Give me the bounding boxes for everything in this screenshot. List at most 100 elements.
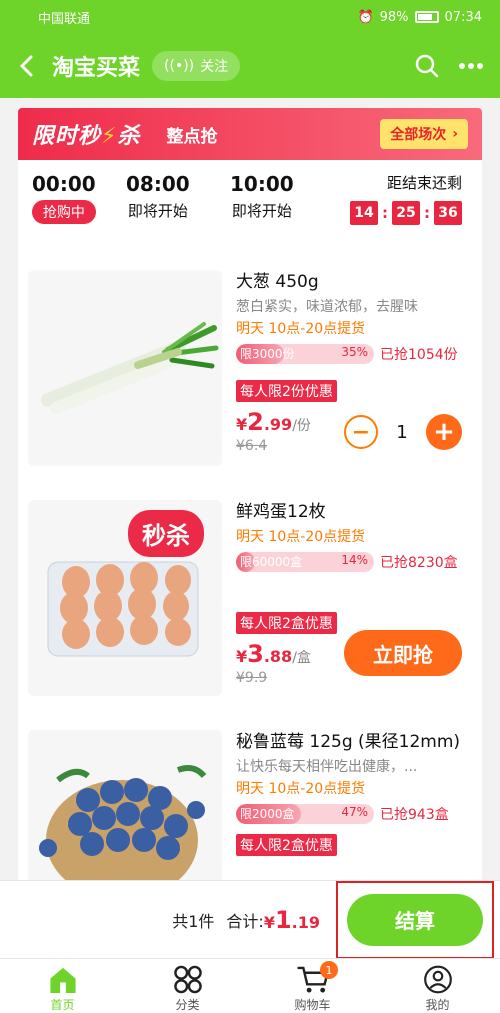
battery-percent: 98% bbox=[379, 9, 409, 25]
battery-icon bbox=[414, 11, 439, 23]
price-row: ¥3.88/盒 ¥9.9 立即抢 bbox=[236, 630, 476, 696]
flash-sale-subtitle: 整点抢 bbox=[166, 126, 218, 147]
follow-button[interactable]: ((•)) 关注 bbox=[152, 51, 241, 81]
product-card[interactable]: 秘鲁蓝莓 125g (果径12mm) 让快乐每天相伴吃出健康，... 明天 10… bbox=[18, 730, 482, 880]
promo-tag: 每人限2盒优惠 bbox=[236, 834, 337, 856]
limit-text: 限3000份 bbox=[240, 347, 295, 361]
sold-count: 已抢943盒 bbox=[380, 807, 449, 823]
flash-sale-logo: 限时秒⚡杀 bbox=[32, 124, 141, 149]
all-sessions-label: 全部场次 bbox=[390, 127, 447, 143]
cart-badge: 1 bbox=[320, 961, 338, 979]
session-time: 10:00 bbox=[230, 172, 294, 196]
product-desc: 葱白紧实，味道浓郁，去腥味 bbox=[236, 299, 418, 315]
tab-bar: 首页 分类 1 购物车 我的 bbox=[0, 958, 500, 1013]
tab-label: 我的 bbox=[425, 998, 450, 1012]
countdown-hours: 14 bbox=[350, 201, 378, 225]
sold-progress-bar: 限60000盒 14% bbox=[236, 552, 374, 572]
chevron-right-icon: › bbox=[452, 126, 458, 142]
session-tab[interactable]: 00:00 抢购中 bbox=[32, 172, 96, 224]
session-state: 即将开始 bbox=[231, 202, 292, 220]
alarm-icon: ⏰ bbox=[357, 9, 374, 25]
pickup-time: 明天 10点-20点提货 bbox=[236, 321, 366, 337]
plus-icon: + bbox=[433, 417, 455, 447]
all-sessions-button[interactable]: 全部场次 › bbox=[380, 119, 468, 149]
buy-now-button[interactable]: 立即抢 bbox=[344, 630, 462, 676]
sold-progress-bar: 限3000份 35% bbox=[236, 344, 374, 364]
session-state: 抢购中 bbox=[32, 200, 96, 224]
product-card[interactable]: 大葱 450g 葱白紧实，味道浓郁，去腥味 明天 10点-20点提货 限3000… bbox=[18, 270, 482, 470]
tab-profile[interactable]: 我的 bbox=[375, 959, 500, 1013]
progress-percent: 35% bbox=[341, 345, 368, 359]
tab-label: 分类 bbox=[175, 998, 200, 1012]
pickup-time: 明天 10点-20点提货 bbox=[236, 781, 366, 797]
settle-highlight: 结算 bbox=[336, 880, 494, 959]
quantity-stepper: − 1 + bbox=[344, 414, 462, 450]
tab-category[interactable]: 分类 bbox=[125, 959, 250, 1013]
price-row: ¥2.99/份 ¥6.4 − 1 + bbox=[236, 408, 476, 464]
product-card[interactable]: 秒杀 鲜鸡蛋12枚 明天 10点-20点提货 限60000盒 14% 已抢823… bbox=[18, 500, 482, 700]
product-info: 大葱 450g 葱白紧实，味道浓郁，去腥味 明天 10点-20点提货 限3000… bbox=[236, 270, 476, 464]
promo-tag: 每人限2盒优惠 bbox=[236, 612, 337, 634]
back-button[interactable] bbox=[0, 34, 52, 98]
session-time: 08:00 bbox=[126, 172, 190, 196]
progress-percent: 47% bbox=[341, 805, 368, 819]
session-state: 即将开始 bbox=[127, 202, 188, 220]
increase-button[interactable]: + bbox=[426, 414, 462, 450]
sold-progress-bar: 限2000盒 47% bbox=[236, 804, 374, 824]
product-image bbox=[28, 270, 222, 466]
countdown-seconds: 36 bbox=[434, 201, 462, 225]
tab-label: 购物车 bbox=[294, 998, 331, 1012]
category-icon bbox=[173, 965, 202, 994]
countdown-colon: : bbox=[382, 204, 388, 222]
tab-label: 首页 bbox=[50, 998, 75, 1012]
user-icon bbox=[423, 965, 452, 994]
progress-row: 限2000盒 47% 已抢943盒 bbox=[236, 804, 476, 824]
nav-bar: 淘宝买菜 ((•)) 关注 bbox=[0, 34, 500, 98]
status-right: ⏰ 98% 07:34 bbox=[357, 10, 482, 25]
blueberries-image bbox=[39, 765, 207, 880]
product-desc: 让快乐每天相伴吃出健康，... bbox=[236, 759, 418, 775]
tab-cart[interactable]: 1 购物车 bbox=[250, 959, 375, 1013]
countdown-digits: 14 : 25 : 36 bbox=[350, 201, 462, 225]
clock: 07:34 bbox=[444, 9, 482, 25]
promo-tag: 每人限2份优惠 bbox=[236, 380, 337, 402]
session-time: 00:00 bbox=[32, 172, 96, 196]
sold-count: 已抢8230盒 bbox=[380, 555, 458, 571]
flash-sale-banner: 限时秒⚡杀 整点抢 全部场次 › bbox=[18, 108, 482, 160]
countdown: 距结束还剩 14 : 25 : 36 bbox=[350, 172, 462, 225]
product-image bbox=[28, 730, 222, 880]
minus-icon: − bbox=[351, 419, 371, 445]
follow-label: 关注 bbox=[200, 59, 229, 75]
countdown-minutes: 25 bbox=[392, 201, 420, 225]
search-icon[interactable] bbox=[414, 53, 440, 79]
product-info: 秘鲁蓝莓 125g (果径12mm) 让快乐每天相伴吃出健康，... 明天 10… bbox=[236, 730, 476, 856]
session-tab[interactable]: 10:00 即将开始 bbox=[230, 172, 294, 221]
page-title: 淘宝买菜 bbox=[52, 56, 141, 81]
sold-count: 已抢1054份 bbox=[380, 347, 458, 363]
pickup-time: 明天 10点-20点提货 bbox=[236, 529, 366, 545]
countdown-colon: : bbox=[424, 204, 430, 222]
limit-text: 限60000盒 bbox=[240, 555, 303, 569]
settle-button[interactable]: 结算 bbox=[347, 893, 483, 946]
more-icon[interactable] bbox=[458, 62, 484, 70]
product-info: 鲜鸡蛋12枚 明天 10点-20点提货 限60000盒 14% 已抢8230盒 … bbox=[236, 500, 476, 696]
nav-actions bbox=[414, 53, 500, 79]
product-title: 大葱 450g bbox=[236, 272, 319, 292]
status-bar: 中国联通 ⏰ 98% 07:34 bbox=[0, 0, 500, 34]
tab-home[interactable]: 首页 bbox=[0, 959, 125, 1013]
product-title: 秘鲁蓝莓 125g (果径12mm) bbox=[236, 732, 461, 752]
item-count: 共1件 bbox=[172, 911, 215, 931]
decrease-button[interactable]: − bbox=[344, 415, 378, 449]
total-label: 合计: bbox=[226, 911, 264, 931]
session-tabs: 00:00 抢购中 08:00 即将开始 10:00 即将开始 距结束还剩 14… bbox=[18, 172, 482, 242]
progress-row: 限60000盒 14% 已抢8230盒 bbox=[236, 552, 476, 572]
carrier-name: 中国联通 bbox=[38, 11, 91, 27]
session-tab[interactable]: 08:00 即将开始 bbox=[126, 172, 190, 221]
broadcast-icon: ((•)) bbox=[164, 58, 195, 74]
green-onion-image bbox=[41, 322, 219, 414]
progress-percent: 14% bbox=[341, 553, 368, 567]
limit-text: 限2000盒 bbox=[240, 807, 295, 821]
product-title: 鲜鸡蛋12枚 bbox=[236, 502, 326, 522]
product-image: 秒杀 bbox=[28, 500, 222, 696]
quantity-value: 1 bbox=[396, 421, 408, 443]
